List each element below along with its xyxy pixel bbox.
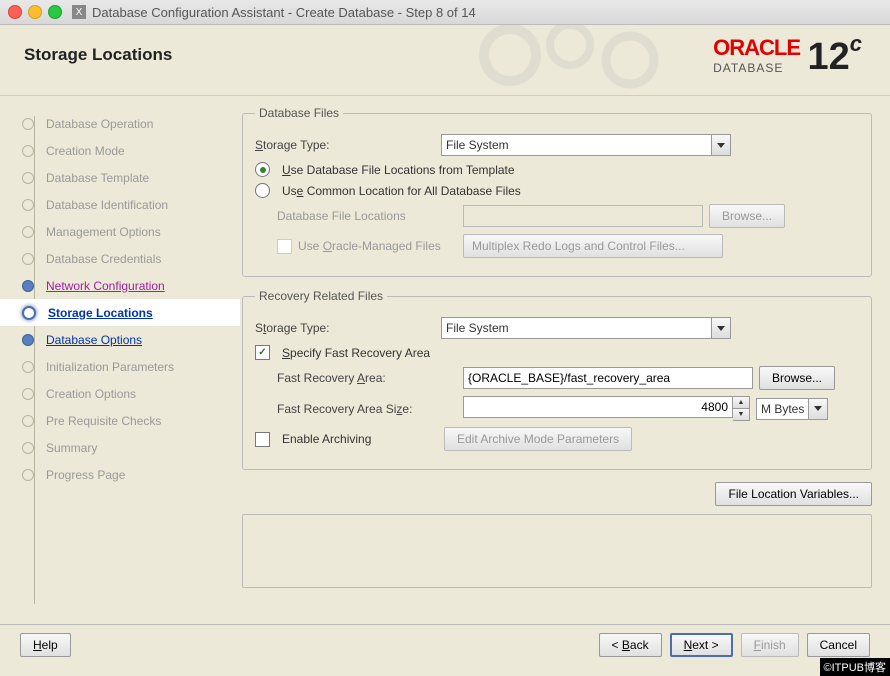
footer: Help < Back Next > Finish Cancel — [0, 624, 890, 665]
enable-archiving-label: Enable Archiving — [282, 432, 438, 446]
step-management-options[interactable]: Management Options — [22, 218, 218, 245]
app-window: X Database Configuration Assistant - Cre… — [0, 0, 890, 676]
main-content: Database Files Storage Type: File System… — [218, 96, 890, 624]
database-files-legend: Database Files — [255, 106, 343, 120]
db-file-locations-input — [463, 205, 703, 227]
next-button[interactable]: Next > — [670, 633, 733, 657]
step-creation-mode[interactable]: Creation Mode — [22, 137, 218, 164]
back-button[interactable]: < Back — [599, 633, 662, 657]
zoom-icon[interactable] — [48, 5, 62, 19]
step-progress-page: Progress Page — [22, 461, 218, 488]
recovery-storage-type-label: Storage Type: — [255, 321, 435, 335]
recovery-storage-type-select[interactable]: File System — [441, 317, 731, 339]
step-database-identification[interactable]: Database Identification — [22, 191, 218, 218]
fra-input[interactable] — [463, 367, 753, 389]
titlebar: X Database Configuration Assistant - Cre… — [0, 0, 890, 25]
version-badge: 12c — [807, 31, 862, 79]
decorative-gears — [470, 25, 690, 96]
omf-label: Use Oracle-Managed Files — [298, 239, 441, 253]
multiplex-button: Multiplex Redo Logs and Control Files... — [463, 234, 723, 258]
cancel-button[interactable]: Cancel — [807, 633, 870, 657]
step-database-credentials[interactable]: Database Credentials — [22, 245, 218, 272]
checkbox-specify-fra[interactable] — [255, 345, 270, 360]
minimize-icon[interactable] — [28, 5, 42, 19]
step-prerequisite-checks: Pre Requisite Checks — [22, 407, 218, 434]
database-files-group: Database Files Storage Type: File System… — [242, 106, 872, 277]
radio-use-common[interactable] — [255, 183, 270, 198]
step-network-configuration[interactable]: Network Configuration — [22, 272, 218, 299]
fra-label: Fast Recovery Area: — [255, 371, 457, 385]
step-database-template[interactable]: Database Template — [22, 164, 218, 191]
storage-type-label: Storage Type: — [255, 138, 435, 152]
step-storage-locations[interactable]: Storage Locations — [0, 299, 240, 326]
fra-size-label: Fast Recovery Area Size: — [255, 402, 457, 416]
edit-archive-mode-button: Edit Archive Mode Parameters — [444, 427, 632, 451]
fra-size-unit-select[interactable]: M Bytes — [756, 398, 828, 420]
browse-fra-button[interactable]: Browse... — [759, 366, 835, 390]
step-summary: Summary — [22, 434, 218, 461]
chevron-down-icon — [711, 318, 730, 338]
wizard-sidebar: Database Operation Creation Mode Databas… — [0, 96, 218, 624]
checkbox-enable-archiving[interactable] — [255, 432, 270, 447]
message-panel — [242, 514, 872, 588]
header: Storage Locations ORACLE DATABASE 12c — [0, 25, 890, 96]
browse-db-files-button: Browse... — [709, 204, 785, 228]
radio-use-template-label: Use Database File Locations from Templat… — [282, 163, 515, 177]
watermark: ©ITPUB博客 — [820, 658, 890, 676]
file-location-variables-button[interactable]: File Location Variables... — [715, 482, 872, 506]
step-creation-options: Creation Options — [22, 380, 218, 407]
db-file-locations-label: Database File Locations — [255, 209, 457, 223]
fra-size-input[interactable] — [463, 396, 733, 418]
radio-use-common-label: Use Common Location for All Database Fil… — [282, 184, 521, 198]
radio-use-template[interactable] — [255, 162, 270, 177]
recovery-files-legend: Recovery Related Files — [255, 289, 387, 303]
storage-type-select[interactable]: File System — [441, 134, 731, 156]
specify-fra-label: Specify Fast Recovery Area — [282, 346, 430, 360]
chevron-down-icon — [808, 399, 827, 419]
recovery-files-group: Recovery Related Files Storage Type: Fil… — [242, 289, 872, 470]
step-database-operation[interactable]: Database Operation — [22, 110, 218, 137]
close-icon[interactable] — [8, 5, 22, 19]
step-initialization-parameters: Initialization Parameters — [22, 353, 218, 380]
window-title: Database Configuration Assistant - Creat… — [92, 5, 476, 20]
step-database-options[interactable]: Database Options — [22, 326, 218, 353]
app-icon: X — [72, 5, 86, 19]
oracle-logo: ORACLE DATABASE — [713, 35, 800, 75]
checkbox-omf — [277, 239, 292, 254]
chevron-down-icon — [711, 135, 730, 155]
fra-size-spinner[interactable]: ▲▼ — [733, 396, 750, 421]
help-button[interactable]: Help — [20, 633, 71, 657]
finish-button: Finish — [741, 633, 799, 657]
